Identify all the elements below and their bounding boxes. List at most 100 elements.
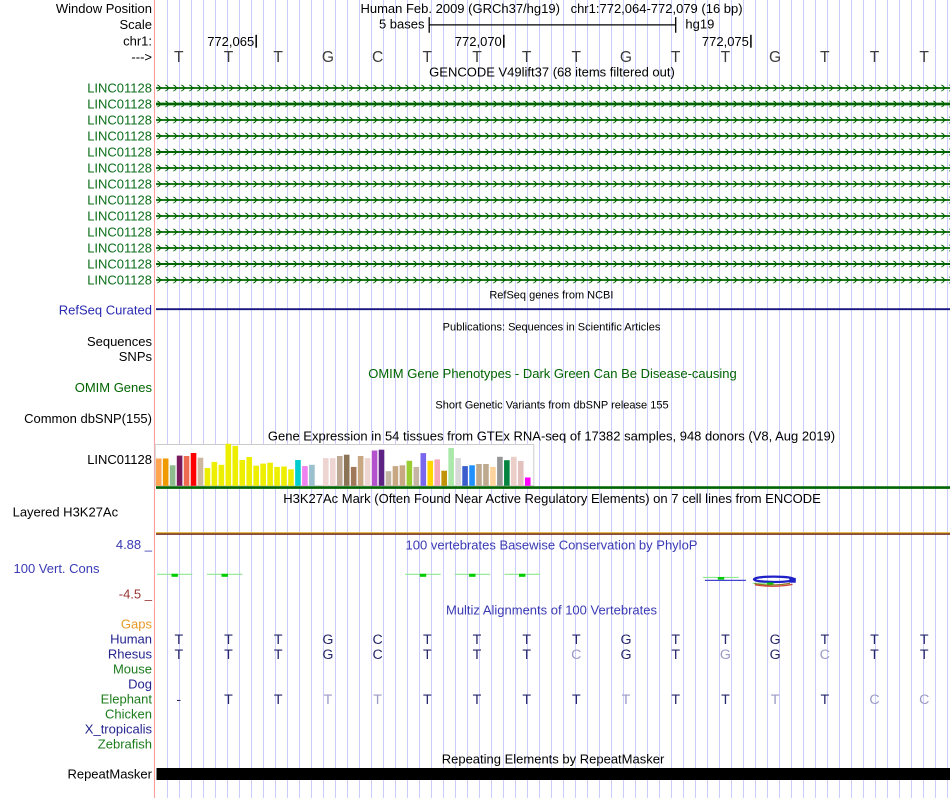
svg-text:LINC01128: LINC01128 xyxy=(87,193,152,208)
svg-text:T: T xyxy=(423,647,432,663)
svg-text:C: C xyxy=(571,647,581,663)
svg-text:Layered H3K27Ac: Layered H3K27Ac xyxy=(13,505,119,520)
svg-text:100 vertebrates Basewise Conse: 100 vertebrates Basewise Conservation by… xyxy=(406,538,698,553)
svg-text:C: C xyxy=(372,632,382,648)
svg-text:Window Position: Window Position xyxy=(56,1,152,16)
svg-text:Human: Human xyxy=(110,632,152,647)
svg-text:Gene Expression in 54 tissues: Gene Expression in 54 tissues from GTEx … xyxy=(268,429,835,444)
svg-text:T: T xyxy=(522,692,531,708)
svg-text:H3K27Ac Mark (Often Found Near: H3K27Ac Mark (Often Found Near Active Re… xyxy=(283,491,821,506)
svg-text:LINC01128: LINC01128 xyxy=(87,273,152,288)
svg-text:LINC01128: LINC01128 xyxy=(87,113,152,128)
svg-text:G: G xyxy=(322,647,333,663)
svg-text:T: T xyxy=(324,692,333,708)
svg-text:LINC01128: LINC01128 xyxy=(87,209,152,224)
svg-text:--->: ---> xyxy=(131,50,152,65)
svg-text:G: G xyxy=(620,647,631,663)
svg-text:T: T xyxy=(870,647,879,663)
svg-text:LINC01128: LINC01128 xyxy=(87,177,152,192)
svg-text:T: T xyxy=(522,632,531,648)
svg-text:772,070: 772,070 xyxy=(455,34,502,49)
svg-text:T: T xyxy=(870,49,880,66)
svg-text:T: T xyxy=(224,647,233,663)
svg-text:Publications: Sequences in Sci: Publications: Sequences in Scientific Ar… xyxy=(443,321,661,333)
svg-text:T: T xyxy=(373,692,382,708)
svg-text:T: T xyxy=(274,692,283,708)
svg-text:T: T xyxy=(423,632,432,648)
svg-text:C: C xyxy=(820,647,830,663)
svg-text:100 Vert. Cons: 100 Vert. Cons xyxy=(14,561,100,576)
svg-text:Gaps: Gaps xyxy=(121,617,153,632)
svg-text:5 bases: 5 bases xyxy=(379,17,425,32)
svg-text:Dog: Dog xyxy=(128,677,152,692)
svg-text:T: T xyxy=(721,49,731,66)
svg-text:T: T xyxy=(473,632,482,648)
svg-text:G: G xyxy=(620,632,631,648)
svg-text:T: T xyxy=(174,49,184,66)
svg-text:Multiz Alignments of 100 Verte: Multiz Alignments of 100 Vertebrates xyxy=(446,603,658,618)
svg-text:LINC01128: LINC01128 xyxy=(87,452,152,467)
svg-text:Sequences: Sequences xyxy=(87,334,153,349)
svg-text:T: T xyxy=(919,49,929,66)
svg-text:C: C xyxy=(372,49,383,66)
svg-text:Rhesus: Rhesus xyxy=(108,647,153,662)
svg-text:LINC01128: LINC01128 xyxy=(87,129,152,144)
svg-text:Short Genetic Variants from db: Short Genetic Variants from dbSNP releas… xyxy=(435,399,668,411)
svg-text:772,075: 772,075 xyxy=(702,34,749,49)
svg-text:T: T xyxy=(174,632,183,648)
svg-text:OMIM Gene Phenotypes - Dark Gr: OMIM Gene Phenotypes - Dark Green Can Be… xyxy=(368,366,737,381)
svg-text:T: T xyxy=(423,692,432,708)
svg-text:T: T xyxy=(522,647,531,663)
svg-text:Chicken: Chicken xyxy=(105,707,152,722)
svg-text:C: C xyxy=(919,692,929,708)
svg-text:T: T xyxy=(820,632,829,648)
svg-text:T: T xyxy=(771,692,780,708)
svg-text:T: T xyxy=(820,49,830,66)
svg-text:G: G xyxy=(322,49,334,66)
svg-text:Human Feb. 2009 (GRCh37/hg19): Human Feb. 2009 (GRCh37/hg19) xyxy=(360,1,559,16)
svg-text:T: T xyxy=(622,692,631,708)
svg-text:Mouse: Mouse xyxy=(113,662,152,677)
svg-text:hg19: hg19 xyxy=(685,17,714,32)
svg-text:RefSeq genes from NCBI: RefSeq genes from NCBI xyxy=(489,290,613,302)
svg-text:G: G xyxy=(770,647,781,663)
svg-text:T: T xyxy=(174,647,183,663)
svg-text:LINC01128: LINC01128 xyxy=(87,97,152,112)
svg-text:Zebrafish: Zebrafish xyxy=(98,737,152,752)
svg-text:RepeatMasker: RepeatMasker xyxy=(67,767,152,782)
svg-text:T: T xyxy=(820,692,829,708)
svg-text:T: T xyxy=(224,632,233,648)
svg-text:T: T xyxy=(572,692,581,708)
svg-text:T: T xyxy=(274,647,283,663)
svg-text:-4.5 _: -4.5 _ xyxy=(119,587,153,602)
svg-text:T: T xyxy=(473,647,482,663)
svg-text:T: T xyxy=(920,632,929,648)
svg-text:-: - xyxy=(176,692,181,708)
svg-text:T: T xyxy=(920,647,929,663)
svg-text:Repeating Elements by RepeatMa: Repeating Elements by RepeatMasker xyxy=(442,751,665,766)
svg-text:T: T xyxy=(274,632,283,648)
svg-text:T: T xyxy=(671,632,680,648)
svg-text:LINC01128: LINC01128 xyxy=(87,225,152,240)
svg-text:T: T xyxy=(721,692,730,708)
svg-text:LINC01128: LINC01128 xyxy=(87,81,152,96)
svg-text:T: T xyxy=(473,692,482,708)
svg-text:LINC01128: LINC01128 xyxy=(87,257,152,272)
svg-text:G: G xyxy=(322,632,333,648)
svg-text:LINC01128: LINC01128 xyxy=(87,241,152,256)
svg-text:SNPs: SNPs xyxy=(119,349,153,364)
svg-text:LINC01128: LINC01128 xyxy=(87,161,152,176)
svg-text:T: T xyxy=(273,49,283,66)
svg-text:LINC01128: LINC01128 xyxy=(87,145,152,160)
svg-text:T: T xyxy=(721,632,730,648)
svg-text:T: T xyxy=(224,692,233,708)
svg-text:T: T xyxy=(572,632,581,648)
svg-text:X_tropicalis: X_tropicalis xyxy=(85,722,153,737)
svg-text:T: T xyxy=(671,647,680,663)
svg-text:G: G xyxy=(720,647,731,663)
svg-text:RefSeq Curated: RefSeq Curated xyxy=(59,303,152,318)
svg-text:Common dbSNP(155): Common dbSNP(155) xyxy=(24,411,152,426)
svg-text:chr1:: chr1: xyxy=(123,34,152,49)
svg-text:C: C xyxy=(372,647,382,663)
svg-text:chr1:772,064-772,079 (16 bp): chr1:772,064-772,079 (16 bp) xyxy=(571,1,743,16)
